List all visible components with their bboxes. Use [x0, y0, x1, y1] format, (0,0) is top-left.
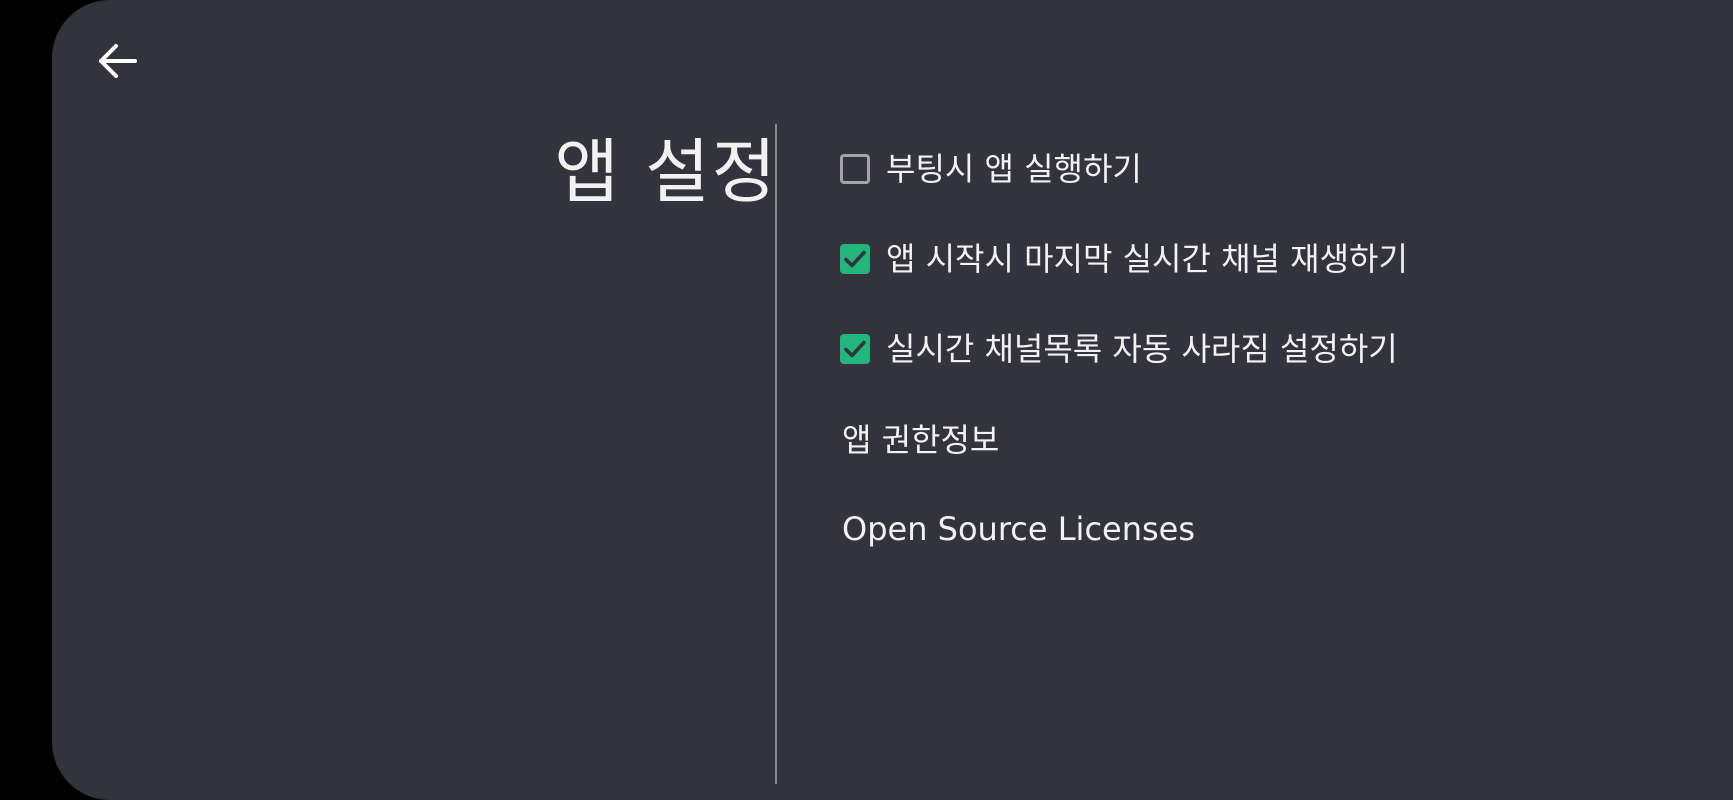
checkmark-icon [844, 250, 866, 268]
play-last-channel-checkbox[interactable] [840, 244, 870, 274]
setting-launch-on-boot[interactable]: 부팅시 앱 실행하기 [838, 139, 1142, 199]
app-permissions-link[interactable]: 앱 권한정보 [842, 408, 999, 468]
vertical-divider [775, 124, 777, 784]
setting-auto-hide-channel-list[interactable]: 실시간 채널목록 자동 사라짐 설정하기 [838, 319, 1398, 379]
settings-screen: 앱 설정 부팅시 앱 실행하기 앱 시작시 마지막 실시간 채널 재생하기 실시… [52, 0, 1733, 800]
setting-label: 앱 시작시 마지막 실시간 채널 재생하기 [886, 240, 1408, 278]
setting-play-last-channel[interactable]: 앱 시작시 마지막 실시간 채널 재생하기 [838, 229, 1408, 289]
setting-label: 부팅시 앱 실행하기 [886, 150, 1142, 188]
settings-list: 부팅시 앱 실행하기 앱 시작시 마지막 실시간 채널 재생하기 실시간 채널목… [838, 0, 1638, 800]
launch-on-boot-checkbox[interactable] [840, 154, 870, 184]
back-button[interactable] [90, 34, 144, 88]
setting-label: 실시간 채널목록 자동 사라짐 설정하기 [886, 330, 1398, 368]
open-source-licenses-link[interactable]: Open Source Licenses [842, 499, 1195, 559]
checkmark-icon [844, 340, 866, 358]
auto-hide-channel-list-checkbox[interactable] [840, 334, 870, 364]
page-title: 앱 설정 [554, 131, 778, 213]
arrow-left-icon [99, 44, 137, 78]
